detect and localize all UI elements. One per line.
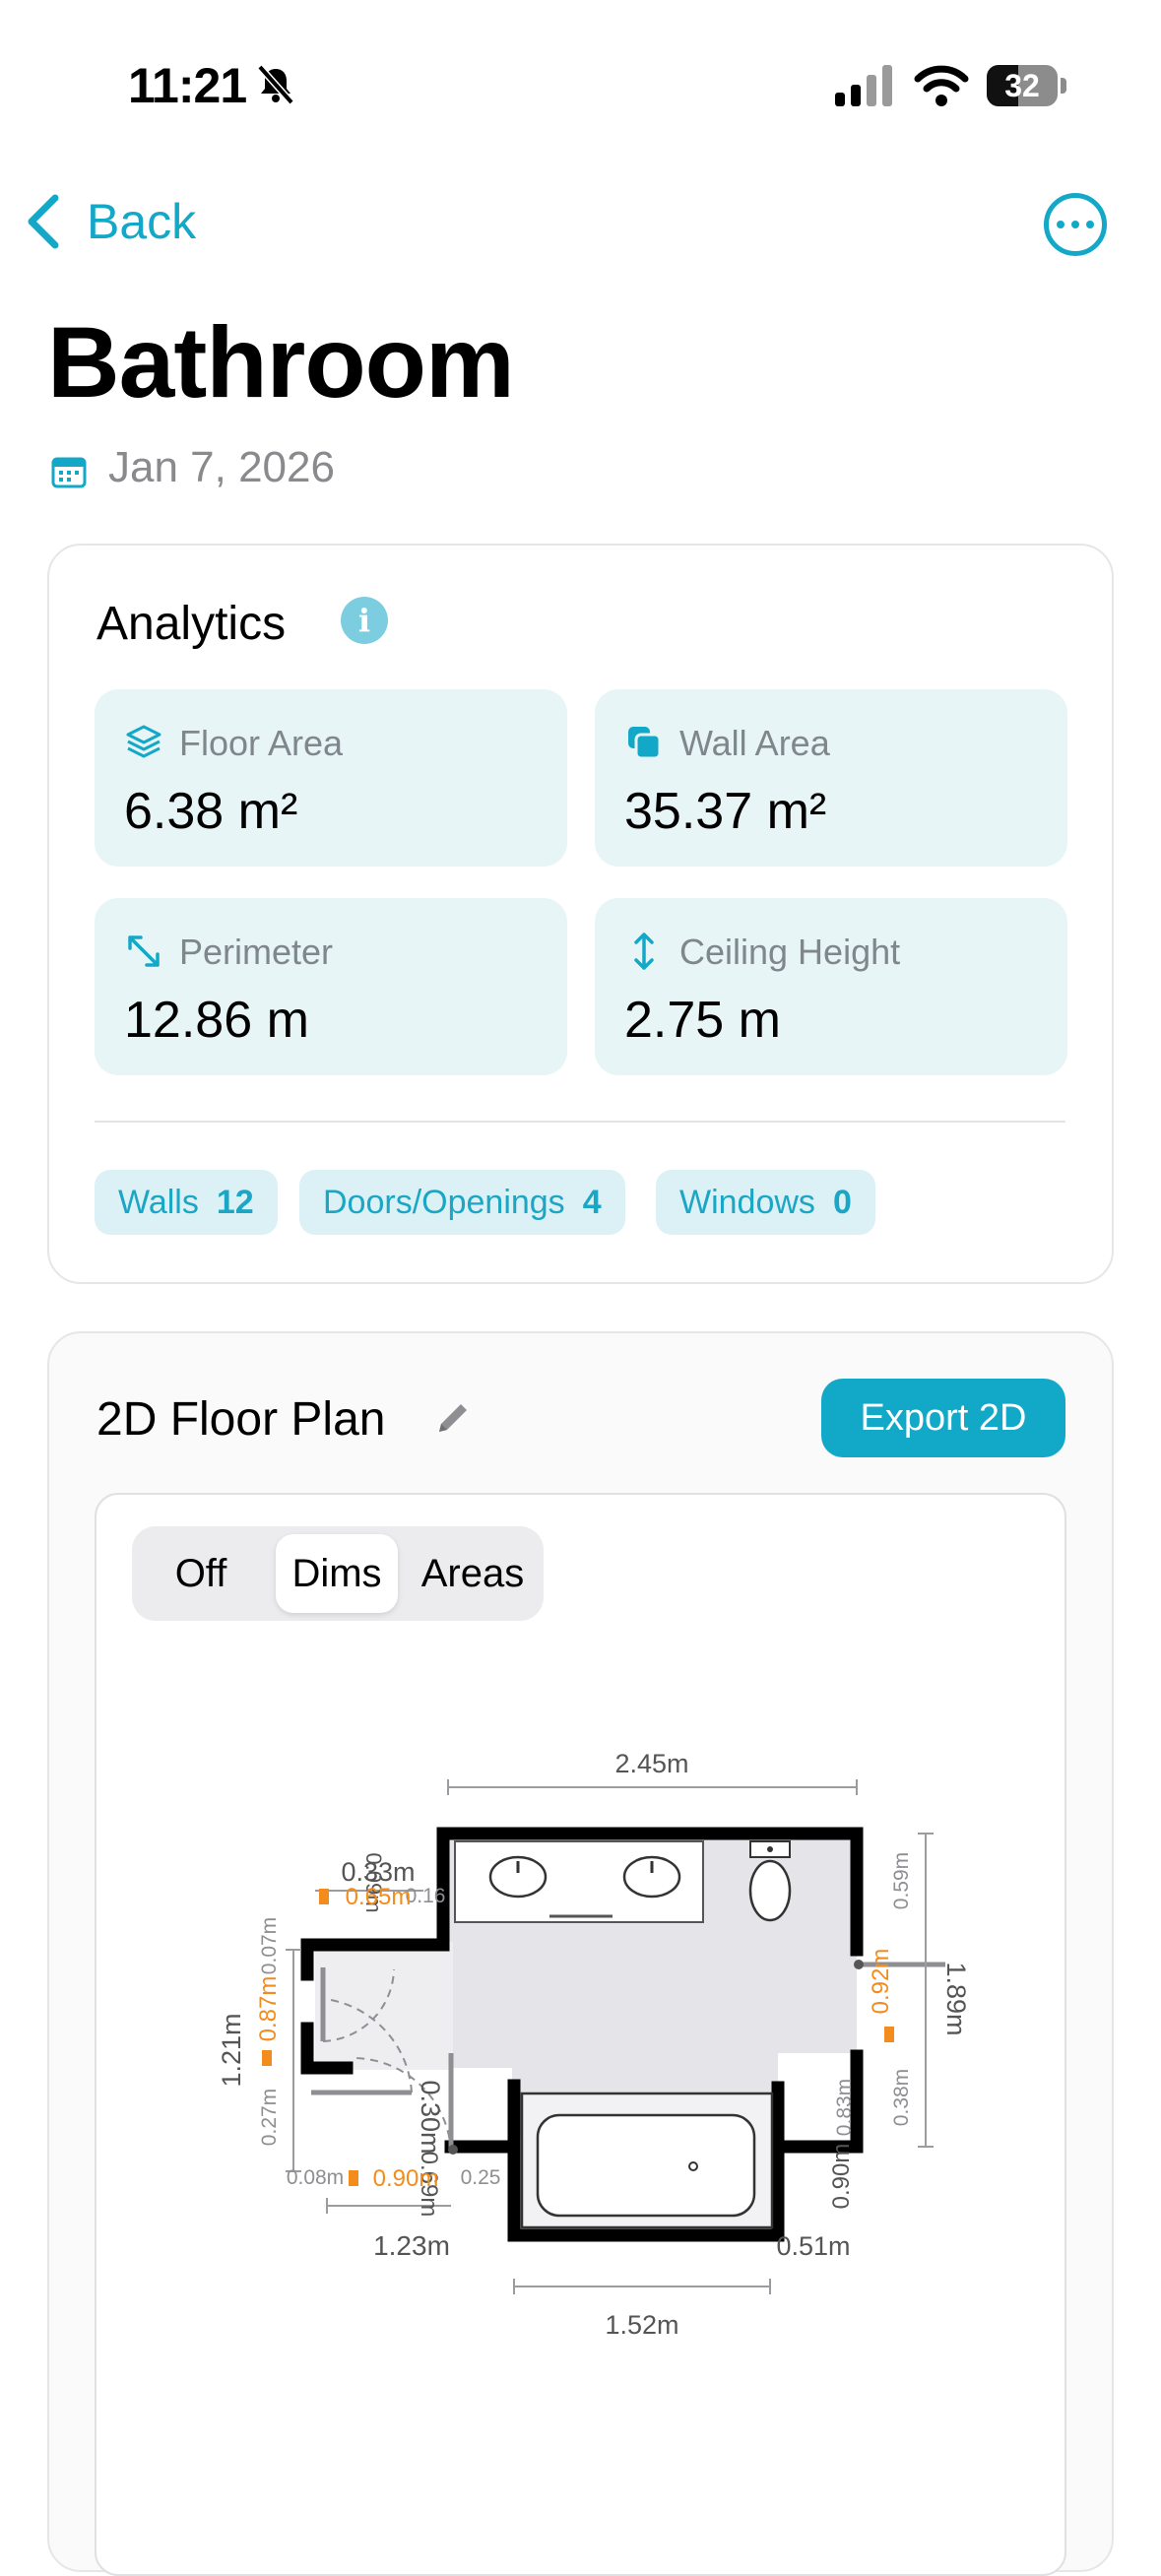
- stat-value: 6.38 m²: [124, 783, 298, 840]
- back-label: Back: [87, 194, 197, 249]
- dim-bottom-right-vertical: 0.90m: [828, 2144, 855, 2210]
- dim-bottom-left-small: 0.08m: [287, 2166, 344, 2189]
- stat-label: Floor Area: [179, 723, 344, 763]
- dim-left-door: 0.87m: [255, 1976, 282, 2042]
- windows-count-badge: Windows 0: [656, 1170, 875, 1235]
- status-time: 11:21: [128, 58, 247, 113]
- back-button[interactable]: Back: [22, 192, 196, 251]
- chip-label: Windows: [679, 1183, 815, 1221]
- export-2d-button[interactable]: Export 2D: [821, 1379, 1065, 1457]
- dim-bottom-door: 0.90m: [373, 2165, 439, 2192]
- dim-door-top-small: 0.16: [406, 1885, 446, 1907]
- segment-areas[interactable]: Areas: [410, 1534, 536, 1613]
- chip-label: Walls: [118, 1183, 199, 1221]
- silent-bell-icon: [257, 64, 294, 105]
- dim-door-top: 0.65m: [346, 1884, 412, 1910]
- calendar-icon: [51, 457, 87, 488]
- stat-perimeter: Perimeter 12.86 m: [95, 898, 567, 1075]
- dim-left-upper: 0.07m: [258, 1917, 281, 1974]
- dim-bathtub: 1.52m: [605, 2310, 678, 2340]
- dim-left-lower: 0.27m: [258, 2089, 281, 2146]
- stat-floor-area: Floor Area 6.38 m²: [95, 689, 567, 867]
- dim-right-total: 1.89m: [941, 1962, 971, 2035]
- dim-left-total: 1.21m: [217, 2013, 246, 2087]
- wifi-icon: [914, 65, 969, 106]
- stat-value: 12.86 m: [124, 992, 309, 1049]
- page-title: Bathroom: [47, 306, 515, 419]
- floor-plan-title: 2D Floor Plan: [97, 1393, 386, 1446]
- segment-off[interactable]: Off: [140, 1534, 262, 1613]
- dim-right-door: 0.92m: [868, 1949, 894, 2015]
- stat-value: 35.37 m²: [624, 783, 827, 840]
- dim-center-vertical: 0.30m: [416, 2080, 445, 2154]
- layers-icon: [126, 725, 161, 758]
- battery-tip: [1061, 78, 1066, 94]
- chip-value: 4: [582, 1183, 602, 1221]
- doors-count-badge: Doors/Openings 4: [299, 1170, 625, 1235]
- stat-value: 2.75 m: [624, 992, 781, 1049]
- chevron-left-icon: [28, 194, 59, 249]
- edit-pencil-icon[interactable]: [431, 1396, 475, 1440]
- dim-bottom-right-vertical2: 0.83m: [833, 2079, 856, 2136]
- walls-count-badge: Walls 12: [95, 1170, 278, 1235]
- stat-ceiling-height: Ceiling Height 2.75 m: [595, 898, 1067, 1075]
- dim-right-upper: 0.59m: [890, 1852, 913, 1909]
- stat-label: Ceiling Height: [679, 932, 901, 972]
- battery-percent: 32: [1004, 68, 1040, 103]
- stat-label: Wall Area: [679, 723, 830, 763]
- room-date: Jan 7, 2026: [108, 443, 335, 491]
- chip-value: 12: [216, 1183, 254, 1221]
- stat-label: Perimeter: [179, 932, 334, 972]
- cellular-signal-icon: [835, 65, 892, 106]
- dim-right-lower: 0.38m: [890, 2069, 913, 2126]
- analytics-title: Analytics: [97, 598, 287, 650]
- dim-bottom-left: 1.23m: [373, 2230, 450, 2261]
- vertical-arrows-icon: [634, 933, 654, 970]
- dim-top: 2.45m: [614, 1749, 688, 1778]
- floor-plan-drawing: 2.45m 1.52m 1.23m 0.51m 0.33m 1.21m 1.89…: [217, 1749, 971, 2340]
- more-options-button[interactable]: [1044, 193, 1107, 256]
- dims-mode-segmented-control: Off Dims Areas: [132, 1526, 544, 1621]
- dim-bottom-right: 0.51m: [776, 2231, 850, 2261]
- chip-label: Doors/Openings: [323, 1183, 565, 1221]
- toilet-bowl: [748, 1859, 792, 1922]
- dim-bottom-gap: 0.25: [461, 2166, 501, 2189]
- squares-icon: [628, 727, 662, 760]
- stat-wall-area: Wall Area 35.37 m²: [595, 689, 1067, 867]
- info-icon[interactable]: i: [341, 597, 388, 644]
- segment-dims[interactable]: Dims: [276, 1534, 398, 1613]
- chip-value: 0: [832, 1183, 852, 1221]
- expand-arrows-icon: [128, 935, 160, 967]
- divider: [95, 1121, 1065, 1123]
